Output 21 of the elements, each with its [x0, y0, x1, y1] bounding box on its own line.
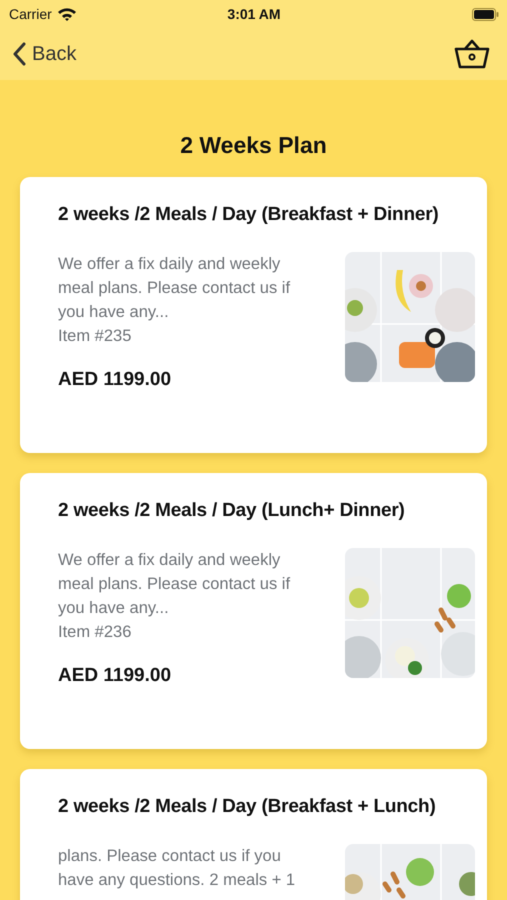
plan-description: We offer a fix daily and weekly meal plans. Please contact us if you have any... [58, 550, 292, 619]
plan-card[interactable]: 2 weeks /2 Meals / Day (Breakfast + Lunch) plans. Please contact us if you have any questions. 2 meals + 1 [20, 769, 487, 900]
page-title: 2 Weeks Plan [180, 132, 327, 159]
item-number: Item #236 [58, 622, 132, 643]
status-time: 3:01 AM [227, 6, 281, 22]
plan-description: plans. Please contact us if you have any questions. 2 meals + 1 [58, 846, 296, 891]
item-number: Item #235 [58, 326, 132, 347]
plan-title: 2 weeks /2 Meals / Day (Breakfast + Dinner) [58, 204, 440, 226]
back-chevron-icon [12, 42, 26, 66]
wifi-icon [56, 7, 77, 21]
battery-icon [472, 8, 499, 20]
carrier-label: Carrier [9, 6, 52, 22]
plan-card[interactable]: 2 weeks /2 Meals / Day (Breakfast + Dinner) We offer a fix daily and weekly meal plans. Please contact us if you have any... Item #235 AED 1199.00 [20, 177, 487, 453]
plan-price: AED 1199.00 [58, 664, 172, 688]
plan-price: AED 1199.00 [58, 368, 172, 392]
plan-card[interactable]: 2 weeks /2 Meals / Day (Lunch+ Dinner) We offer a fix daily and weekly meal plans. Please contact us if you have any... Item #236 AED 1199.00 [20, 473, 487, 749]
plan-description: We offer a fix daily and weekly meal plans. Please contact us if you have any... [58, 254, 292, 323]
back-button[interactable]: Back [12, 42, 76, 66]
basket-icon[interactable] [454, 38, 490, 70]
plan-title: 2 weeks /2 Meals / Day (Lunch+ Dinner) [58, 500, 406, 522]
plan-title: 2 weeks /2 Meals / Day (Breakfast + Lunch) [58, 796, 437, 818]
